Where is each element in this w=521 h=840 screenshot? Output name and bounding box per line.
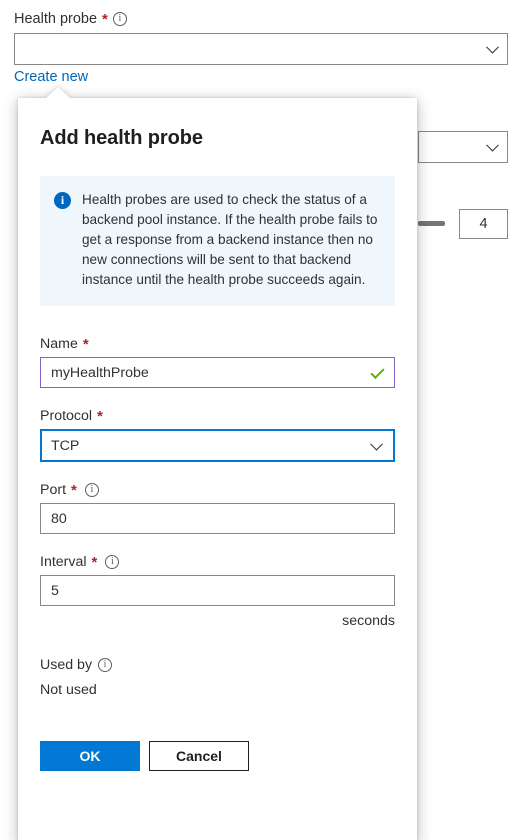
required-asterisk: *: [82, 335, 89, 353]
chevron-down-icon: [370, 437, 383, 451]
port-label-text: Port: [40, 482, 67, 498]
protocol-select-value: TCP: [51, 437, 80, 454]
name-field-group: Name *: [40, 336, 395, 388]
interval-field-group: Interval * seconds: [40, 554, 395, 629]
interval-label-text: Interval: [40, 554, 87, 570]
interval-unit-label: seconds: [342, 613, 395, 629]
add-health-probe-dialog: Add health probe Health probes are used …: [18, 87, 417, 840]
health-probe-label-text: Health probe: [14, 11, 98, 27]
port-field-group: Port *: [40, 482, 395, 534]
protocol-select[interactable]: TCP: [40, 429, 395, 462]
protocol-label-text: Protocol: [40, 408, 93, 424]
create-new-link[interactable]: Create new: [14, 69, 88, 85]
used-by-label: Used by: [40, 657, 395, 673]
name-label: Name *: [40, 336, 395, 352]
interval-label: Interval *: [40, 554, 395, 570]
ok-button[interactable]: OK: [40, 741, 140, 771]
required-asterisk: *: [71, 481, 77, 499]
port-input[interactable]: [40, 503, 395, 534]
info-message-text: Health probes are used to check the stat…: [82, 192, 378, 287]
idle-timeout-input[interactable]: 4: [459, 209, 508, 239]
background-select-secondary[interactable]: [418, 131, 508, 163]
chevron-down-icon: [486, 138, 499, 152]
used-by-label-text: Used by: [40, 657, 93, 673]
callout-arrow: [45, 87, 71, 99]
dialog-title: Add health probe: [40, 127, 203, 149]
info-filled-icon: [54, 192, 71, 209]
protocol-label: Protocol *: [40, 408, 395, 424]
required-asterisk: *: [97, 407, 103, 425]
page-root: Health probe * Create new 4 Add health p…: [0, 0, 521, 840]
interval-input[interactable]: [40, 575, 395, 606]
health-probe-label: Health probe *: [14, 11, 127, 27]
port-label: Port *: [40, 482, 395, 498]
protocol-field-group: Protocol * TCP: [40, 408, 395, 462]
chevron-down-icon: [486, 40, 499, 54]
required-asterisk: *: [91, 553, 98, 571]
used-by-value: Not used: [40, 682, 97, 698]
info-circle-icon[interactable]: [105, 555, 120, 569]
info-circle-icon[interactable]: [84, 483, 99, 497]
info-circle-icon[interactable]: [112, 12, 127, 26]
health-probe-select[interactable]: [14, 33, 508, 65]
name-input[interactable]: [40, 357, 395, 388]
name-label-text: Name: [40, 336, 78, 352]
idle-timeout-slider[interactable]: [418, 221, 445, 226]
cancel-button[interactable]: Cancel: [149, 741, 249, 771]
info-message-box: Health probes are used to check the stat…: [40, 176, 395, 306]
info-circle-icon[interactable]: [98, 658, 113, 672]
dialog-button-row: OK Cancel: [40, 741, 395, 771]
required-asterisk: *: [102, 10, 108, 28]
